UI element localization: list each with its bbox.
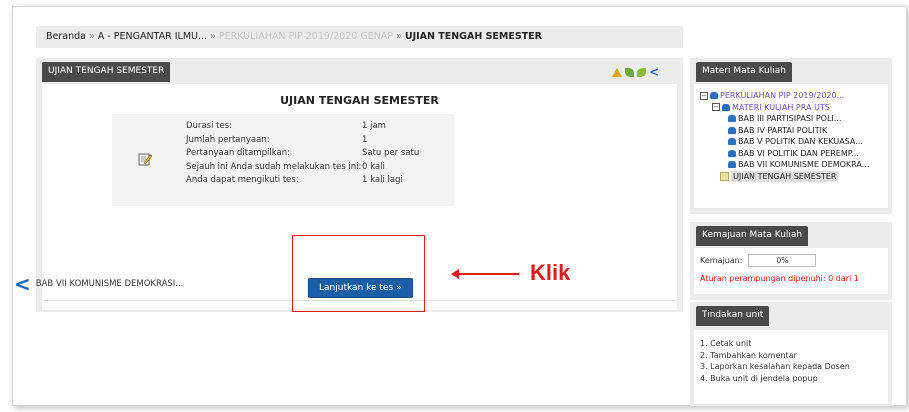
main-tab: UJIAN TENGAH SEMESTER <box>42 62 171 82</box>
document-icon <box>728 138 736 146</box>
back-arrow-icon[interactable]: < <box>649 66 659 78</box>
progress-bar: 0% <box>748 254 817 267</box>
tree-item[interactable]: BAB IV PARTAI POLITIK <box>700 125 869 137</box>
document-icon <box>728 126 736 134</box>
tree-item-current[interactable]: UJIAN TENGAH SEMESTER <box>700 170 869 182</box>
tree-folder[interactable]: − MATERI KULIAH PRA UTS <box>700 102 869 114</box>
annotation-label: Klik <box>530 260 571 285</box>
action-comment[interactable]: 2. Tambahkan komentar <box>700 350 850 362</box>
info-row: Jumlah pertanyaan: 1 <box>186 134 368 145</box>
document-icon <box>728 149 736 157</box>
course-tree: − PERKULIAHAN PIP 2019/2020... − MATERI KU… <box>700 90 869 182</box>
action-report[interactable]: 3. Laporkan kesalahan kepada Dosen <box>700 361 850 373</box>
actions-list: 1. Cetak unit 2. Tambahkan komentar 3. L… <box>700 338 850 384</box>
breadcrumb-current: UJIAN TENGAH SEMESTER <box>404 31 542 42</box>
info-row: Sejauh ini Anda sudah melakukan tes ini:… <box>186 161 385 172</box>
info-row: Anda dapat mengikuti tes: 1 kali lagi <box>186 175 403 185</box>
breadcrumb-course[interactable]: A - PENGANTAR ILMU... <box>98 31 207 42</box>
materials-panel: Materi Mata Kuliah − PERKULIAHAN PIP 2019… <box>690 58 892 214</box>
action-print[interactable]: 1. Cetak unit <box>700 338 850 350</box>
breadcrumb: Beranda» A - PENGANTAR ILMU...» PERKULIAHA… <box>36 26 683 48</box>
folder-icon <box>722 103 730 111</box>
info-row: Pertanyaan ditampilkan: Satu per satu <box>186 148 420 158</box>
progress-panel: Kemajuan Mata Kuliah Kemajuan: 0% Aturan … <box>690 222 892 300</box>
unit-tools: < <box>611 66 659 78</box>
breadcrumb-period[interactable]: PERKULIAHAN PIP 2019/2020 GENAP <box>219 31 393 42</box>
action-popup[interactable]: 4. Buka unit di jendela popup <box>700 373 850 385</box>
folder-icon <box>710 92 718 100</box>
actions-title: Tindakan unit <box>696 306 770 326</box>
document-icon <box>728 115 736 123</box>
tree-item[interactable]: BAB V POLITIK DAN KEKUASA... <box>700 136 869 148</box>
tree-item[interactable]: BAB III PARTISIPASI POLI... <box>700 113 869 125</box>
materials-title: Materi Mata Kuliah <box>696 62 792 82</box>
chevron-left-icon: < <box>14 272 31 296</box>
quiz-icon <box>720 171 729 181</box>
prev-unit-link[interactable]: < BAB VII KOMUNISME DEMOKRASI... <box>14 272 183 296</box>
tree-item[interactable]: BAB VII KOMUNISME DEMOKRA... <box>700 159 869 171</box>
tree-root[interactable]: − PERKULIAHAN PIP 2019/2020... <box>700 90 869 102</box>
actions-panel: Tindakan unit 1. Cetak unit 2. Tambahkan… <box>690 302 892 406</box>
info-row: Durasi tes: 1 jam <box>186 121 386 131</box>
leaf-edit-icon[interactable] <box>636 68 646 77</box>
breadcrumb-home[interactable]: Beranda <box>46 31 86 42</box>
quiz-edit-icon <box>138 153 152 166</box>
leaf-icon[interactable] <box>624 68 634 77</box>
completion-rule: Aturan perampungan dipenuhi: 0 dari 1 <box>700 274 859 283</box>
progress-label: Kemajuan: <box>700 256 743 265</box>
document-icon <box>728 161 736 169</box>
test-info-box: Durasi tes: 1 jam Jumlah pertanyaan: 1 Per… <box>112 114 454 206</box>
collapse-icon: − <box>700 91 708 100</box>
warning-icon[interactable] <box>611 68 622 77</box>
annotation-highlight-box <box>292 235 425 312</box>
tree-item[interactable]: BAB VI POLITIK DAN PEREMP... <box>700 148 869 160</box>
collapse-icon: − <box>712 103 720 112</box>
annotation-arrow <box>451 269 519 279</box>
progress-title: Kemajuan Mata Kuliah <box>696 226 809 246</box>
test-title: UJIAN TENGAH SEMESTER <box>280 94 439 107</box>
